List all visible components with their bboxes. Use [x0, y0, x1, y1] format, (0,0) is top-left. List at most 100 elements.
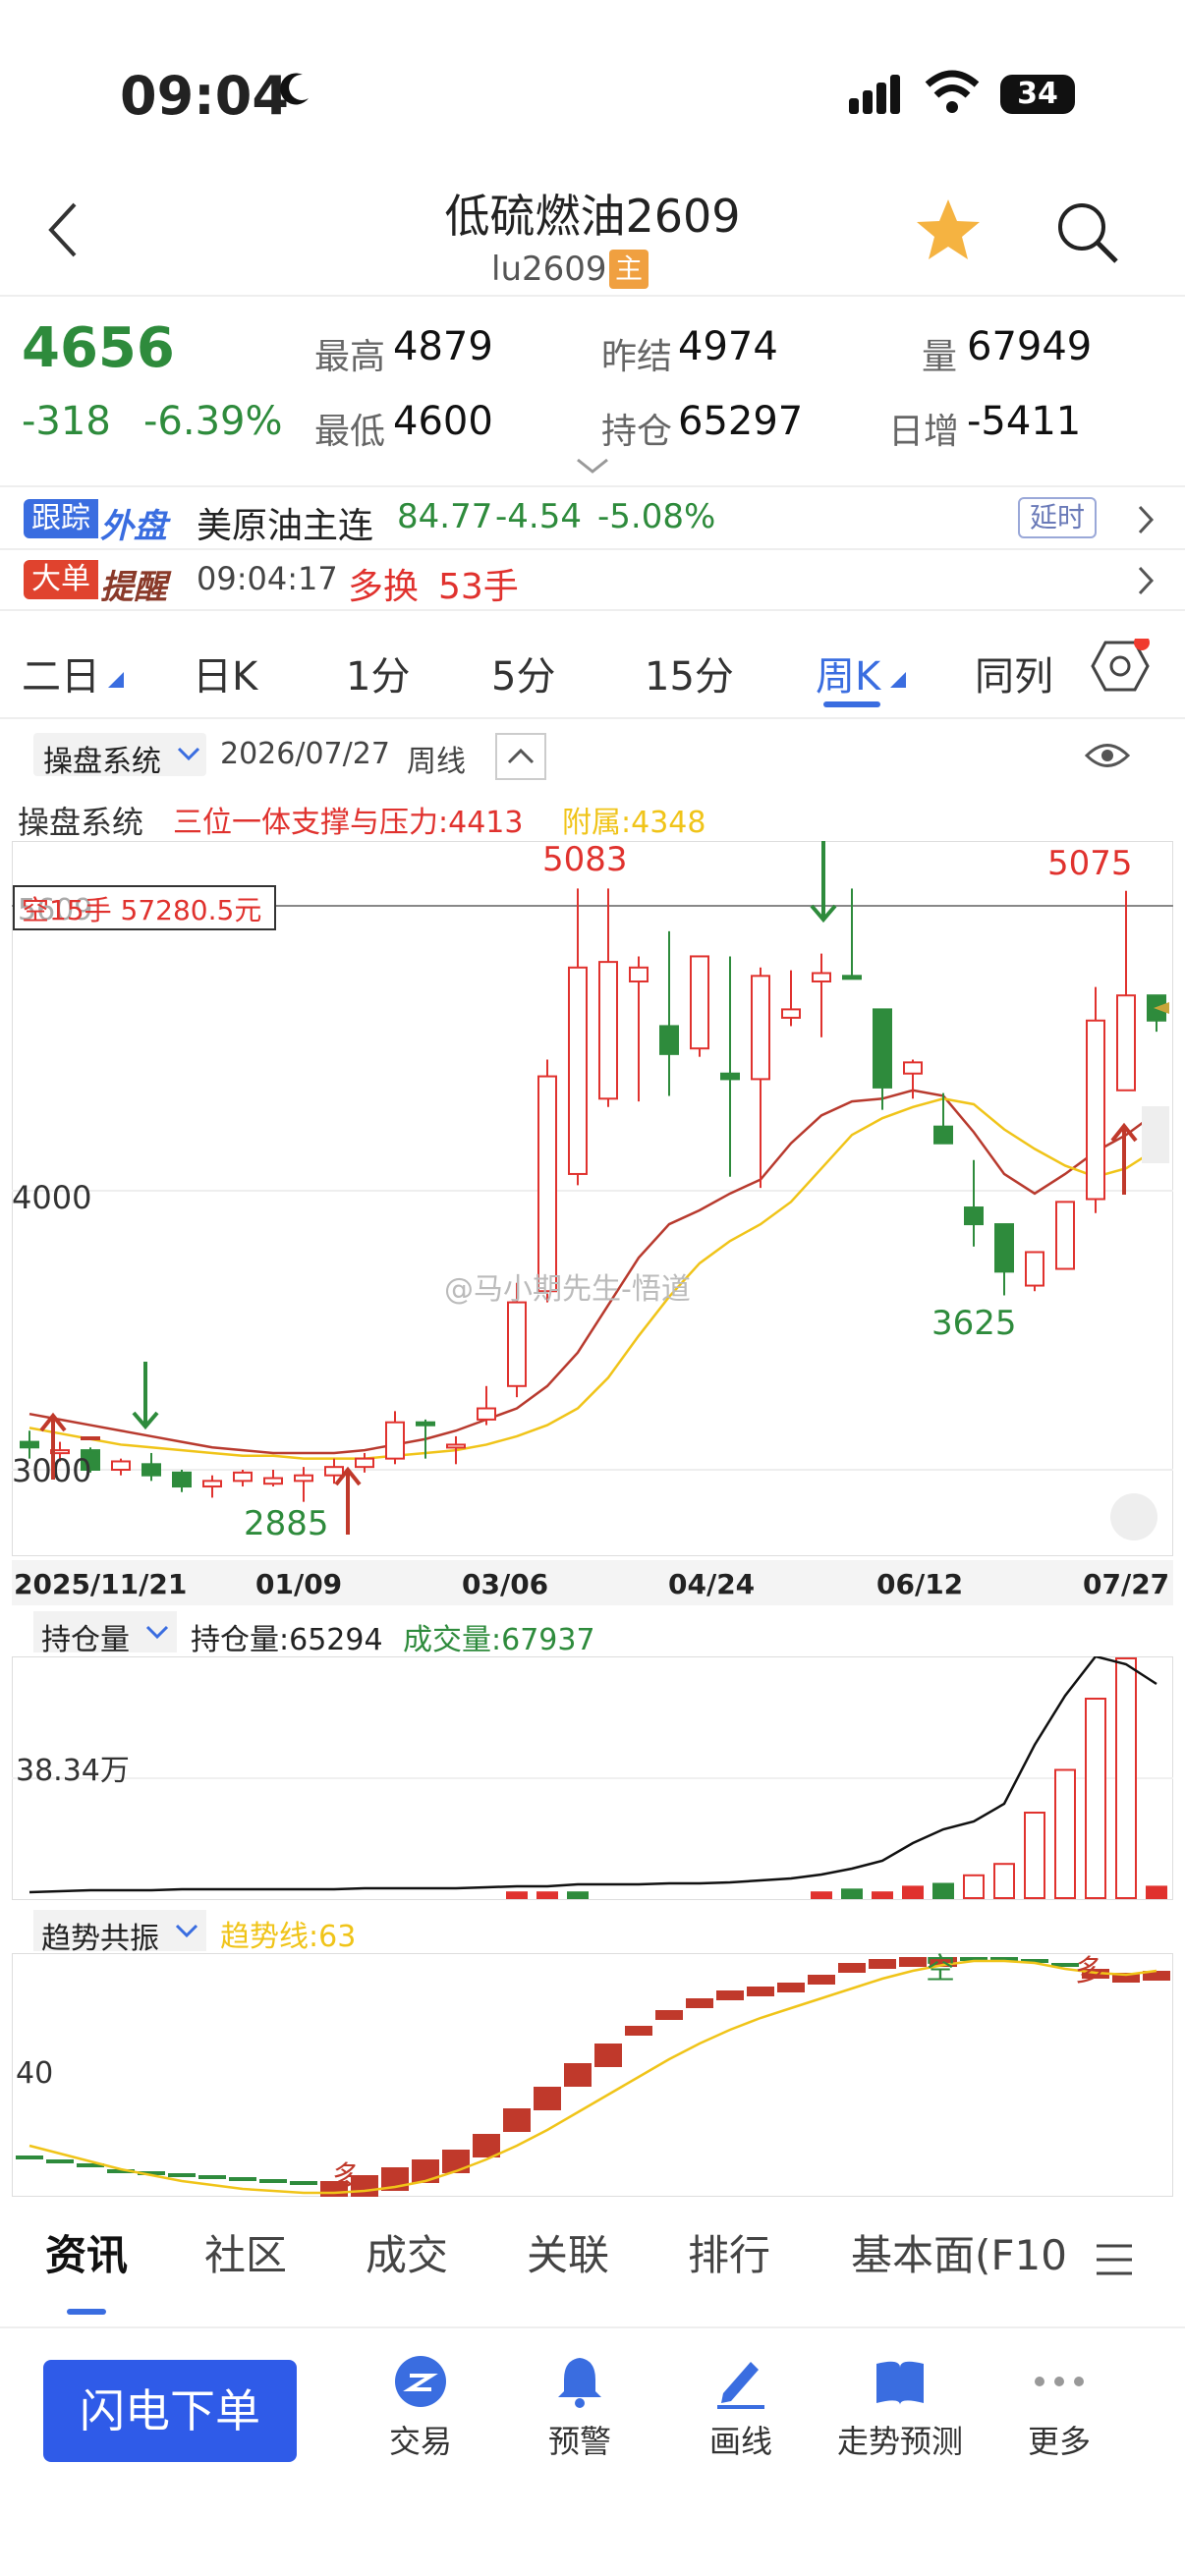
oi-tick: 38.34万 — [16, 1754, 130, 1788]
volume-bar — [1085, 1698, 1106, 1899]
draw-button[interactable]: 画线 — [662, 2354, 819, 2501]
chevron-right-icon[interactable] — [1136, 566, 1156, 595]
last-price: 4656 — [22, 316, 175, 380]
trend-bar — [229, 2177, 256, 2181]
moon-icon — [280, 73, 309, 105]
eye-icon[interactable] — [1085, 741, 1130, 770]
tab-related[interactable]: 关联 — [527, 2222, 609, 2282]
oi-label: 持仓 — [601, 412, 673, 452]
expand-icon — [1110, 1493, 1157, 1540]
oi-select-label: 持仓量 — [41, 1623, 130, 1657]
oi-value: 65297 — [678, 399, 804, 444]
date-tick: 01/09 — [255, 1568, 343, 1600]
candle — [781, 1008, 801, 1019]
candle — [598, 961, 618, 1100]
track-row[interactable]: 跟踪 外盘 美原油主连 84.77 -4.54 -5.08% 延时 — [0, 485, 1185, 548]
trend-bar — [655, 2010, 683, 2020]
volume-bar — [841, 1888, 863, 1900]
main-contract-badge: 主 — [609, 250, 649, 289]
alert-label: 预警 — [547, 2423, 611, 2460]
tab-day-k[interactable]: 日K — [193, 644, 257, 701]
tab-5min[interactable]: 5分 — [491, 644, 555, 701]
forecast-button[interactable]: 走势预测 — [821, 2354, 979, 2501]
volume-bar — [1115, 1657, 1137, 1899]
search-icon[interactable] — [1055, 200, 1120, 265]
candle — [233, 1471, 253, 1483]
collapse-button[interactable] — [495, 733, 546, 780]
indicator-name: 操盘系统 — [18, 804, 144, 841]
alert-row[interactable]: 大单 提醒 09:04:17 多换 53手 — [0, 548, 1185, 609]
book-chart-icon — [876, 2361, 924, 2405]
tab-ranking[interactable]: 排行 — [688, 2222, 770, 2282]
candlestick-chart[interactable]: 4000 3000 5083 5075 2885 3625 @马小期先生-悟道 … — [12, 841, 1173, 1556]
trend-select[interactable]: 趋势共振 — [33, 1910, 206, 1956]
alert-tag: 大单 — [24, 560, 98, 599]
trend-select-label: 趋势共振 — [41, 1922, 159, 1956]
tab-fundamentals[interactable]: 基本面(F10 — [851, 2222, 1067, 2282]
tab-same-column[interactable]: 同列 — [975, 644, 1053, 701]
volume-bar — [993, 1863, 1015, 1899]
candle — [446, 1443, 466, 1449]
oi-chart[interactable]: 38.34万 — [12, 1656, 1173, 1900]
tab-15min[interactable]: 15分 — [645, 644, 734, 701]
settings-hexagon-icon[interactable] — [1091, 639, 1150, 694]
oi-select[interactable]: 持仓量 — [33, 1611, 177, 1657]
candle — [172, 1471, 192, 1488]
candle — [477, 1407, 496, 1421]
y-tick-4000: 4000 — [12, 1179, 91, 1216]
wifi-icon — [925, 70, 980, 113]
oi-readout: 持仓量:65294 — [191, 1623, 383, 1657]
trade-icon — [395, 2356, 446, 2407]
date-tick: 03/06 — [462, 1568, 549, 1600]
chevron-right-icon[interactable] — [1136, 505, 1156, 534]
candle — [324, 1466, 344, 1477]
system-select[interactable]: 操盘系统 — [33, 733, 206, 779]
alert-type: 多换 — [348, 567, 420, 607]
trend-chart[interactable]: 40 多 多 空 — [12, 1953, 1173, 2197]
chart-date: 2026/07/27 — [220, 737, 390, 771]
flash-order-button[interactable]: 闪电下单 — [43, 2360, 297, 2462]
tab-community[interactable]: 社区 — [204, 2222, 287, 2282]
tab-week-k[interactable]: 周K — [816, 644, 880, 701]
low-label-2: 3625 — [931, 1304, 1017, 1343]
side-handle[interactable] — [1142, 1106, 1169, 1163]
candle — [690, 955, 709, 1050]
volume-value: 67949 — [967, 324, 1093, 369]
tab-news[interactable]: 资讯 — [45, 2222, 128, 2282]
more-button[interactable]: 更多 — [981, 2354, 1138, 2501]
high-label: 最高 — [314, 337, 386, 377]
volume-bar — [872, 1891, 893, 1899]
trend-bar — [198, 2175, 226, 2179]
trend-bar — [259, 2179, 287, 2183]
header: 低硫燃油2609 lu2609 主 — [0, 167, 1185, 295]
period-tabs: 二日 日K 1分 5分 15分 周K 同列 — [0, 609, 1185, 719]
date-tick: 2025/11/21 — [14, 1568, 188, 1600]
track-price: 84.77 — [397, 497, 493, 536]
candle — [355, 1457, 374, 1469]
date-axis: 2025/11/21 01/09 03/06 04/24 06/12 07/27 — [12, 1560, 1173, 1605]
candle — [568, 966, 588, 1175]
candle — [294, 1474, 313, 1483]
menu-icon[interactable] — [1095, 2242, 1134, 2277]
favorite-star-icon[interactable] — [914, 196, 983, 263]
chart-period: 周线 — [407, 745, 466, 779]
settle-label: 昨结 — [601, 337, 673, 377]
more-label: 更多 — [1027, 2423, 1091, 2460]
bottom-tabs: 资讯 社区 成交 关联 排行 基本面(F10 — [0, 2201, 1185, 2328]
alert-button[interactable]: 预警 — [501, 2354, 658, 2501]
candle — [1025, 1251, 1044, 1287]
candle — [994, 1223, 1014, 1273]
chevron-down-icon[interactable] — [576, 458, 609, 476]
chevron-down-icon — [145, 1625, 169, 1640]
short-mark: 空 — [926, 1953, 955, 1987]
volume-label: 量 — [922, 337, 958, 377]
volume-bar — [1146, 1885, 1167, 1899]
tab-trades[interactable]: 成交 — [366, 2222, 448, 2282]
contract-code: lu2609 — [491, 250, 607, 289]
trend-bar — [686, 1998, 713, 2008]
tab-1min[interactable]: 1分 — [346, 644, 410, 701]
trade-button[interactable]: 交易 — [342, 2354, 499, 2501]
dropdown-triangle-icon — [108, 672, 124, 688]
tab-two-day[interactable]: 二日 — [22, 644, 100, 701]
track-tag-2: 外盘 — [100, 507, 167, 546]
